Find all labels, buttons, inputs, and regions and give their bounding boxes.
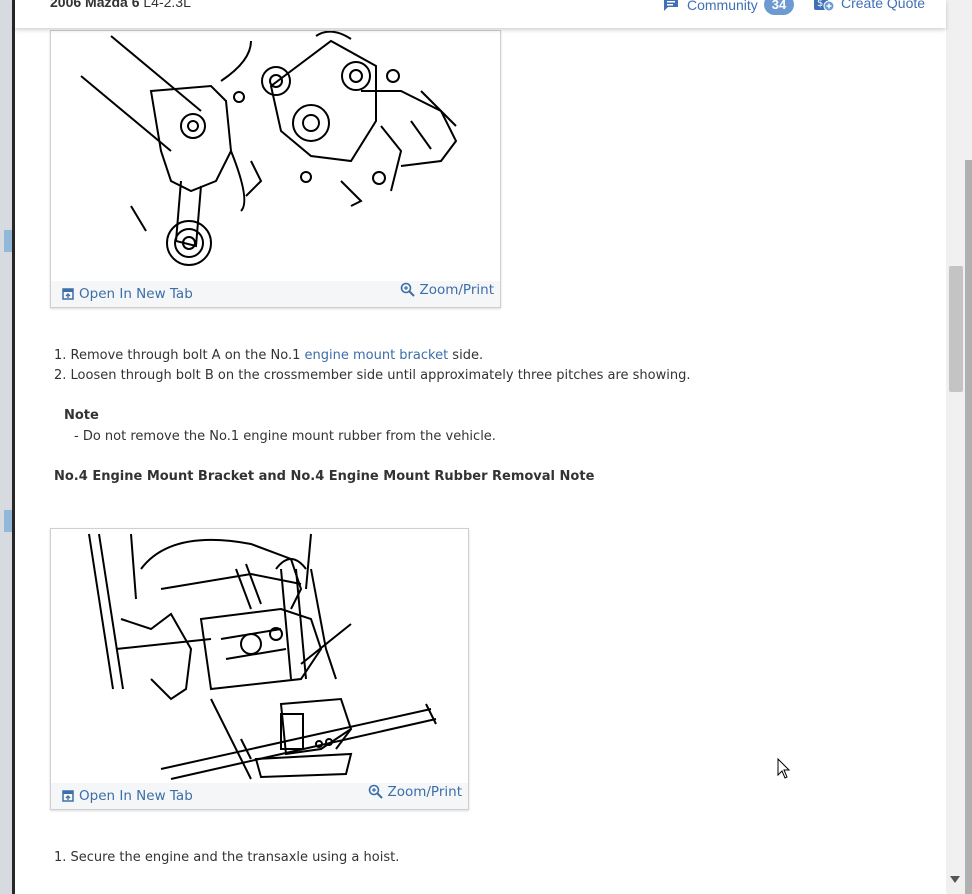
sticky-header: 2006 Mazda 6 L4-2.3L Community 34 $ Crea… bbox=[15, 0, 946, 28]
svg-text:$: $ bbox=[817, 0, 823, 9]
step-1-secure-engine: 1. Secure the engine and the transaxle u… bbox=[54, 850, 400, 865]
scrollbar-thumb[interactable] bbox=[949, 266, 963, 392]
open-in-new-tab-label: Open In New Tab bbox=[79, 286, 193, 302]
note-title: Note bbox=[64, 408, 99, 423]
community-count-badge: 34 bbox=[763, 0, 795, 15]
zoom-icon bbox=[401, 282, 416, 297]
step-1-suffix: side. bbox=[448, 348, 484, 363]
create-quote-button[interactable]: $ Create Quote bbox=[813, 0, 925, 12]
engine-mount-diagram bbox=[80, 31, 458, 266]
open-in-new-tab-link[interactable]: Open In New Tab bbox=[62, 788, 193, 804]
engine-hoist-diagram bbox=[88, 533, 437, 780]
step-1-remove-bolt-a: 1. Remove through bolt A on the No.1 eng… bbox=[54, 348, 483, 363]
scroll-down-arrow-icon[interactable] bbox=[950, 876, 960, 883]
zoom-print-link[interactable]: Zoom/Print bbox=[368, 784, 462, 800]
vehicle-title: 2006 Mazda 6 L4-2.3L bbox=[50, 0, 191, 10]
zoom-icon bbox=[369, 784, 384, 799]
step-2-loosen-bolt-b: 2. Loosen through bolt B on the crossmem… bbox=[54, 368, 691, 383]
vehicle-model: 2006 Mazda 6 bbox=[50, 0, 140, 10]
create-quote-label: Create Quote bbox=[841, 0, 926, 11]
note-item: - Do not remove the No.1 engine mount ru… bbox=[74, 429, 496, 444]
engine-mount-bracket-link[interactable]: engine mount bracket bbox=[305, 348, 449, 363]
community-label: Community bbox=[687, 0, 758, 13]
zoom-print-label: Zoom/Print bbox=[387, 784, 462, 800]
zoom-print-label: Zoom/Print bbox=[419, 282, 494, 298]
figure-engine-hoist: Open In New Tab Zoom/Print bbox=[50, 528, 469, 810]
create-quote-icon: $ bbox=[814, 0, 835, 12]
zoom-print-link[interactable]: Zoom/Print bbox=[400, 282, 494, 298]
open-in-new-tab-link[interactable]: Open In New Tab bbox=[62, 286, 193, 302]
community-button[interactable]: Community 34 bbox=[663, 0, 795, 15]
open-in-new-tab-label: Open In New Tab bbox=[79, 788, 193, 804]
figure-toolbar: Open In New Tab Zoom/Print bbox=[51, 281, 500, 307]
open-new-tab-icon bbox=[62, 288, 74, 300]
figure-engine-mount-no1: Open In New Tab Zoom/Print bbox=[50, 30, 501, 308]
scrollbar-track-edge bbox=[965, 160, 972, 894]
vehicle-engine: L4-2.3L bbox=[143, 0, 191, 10]
community-icon bbox=[664, 0, 678, 11]
section-heading: No.4 Engine Mount Bracket and No.4 Engin… bbox=[54, 469, 595, 484]
figure-toolbar: Open In New Tab Zoom/Print bbox=[51, 783, 468, 809]
open-new-tab-icon bbox=[62, 790, 74, 802]
mouse-cursor-icon bbox=[777, 758, 791, 779]
step-1-text: 1. Remove through bolt A on the No.1 bbox=[54, 348, 305, 363]
